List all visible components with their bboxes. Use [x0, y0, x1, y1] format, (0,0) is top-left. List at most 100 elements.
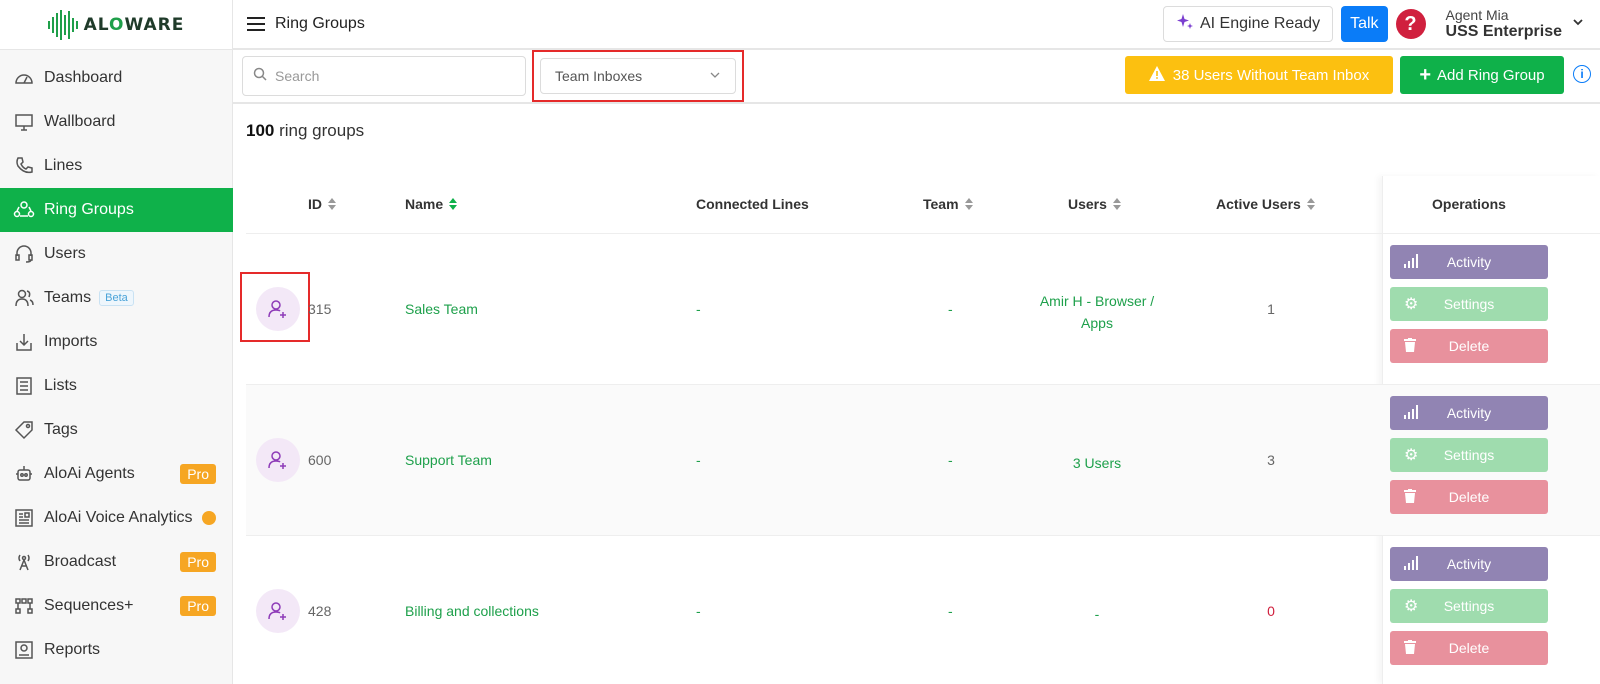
- row-users-link[interactable]: Amir H - Browser / Apps: [1032, 290, 1162, 334]
- ai-engine-label: AI Engine Ready: [1199, 15, 1321, 32]
- sort-ascending-icon: [449, 198, 458, 210]
- add-ring-group-label: Add Ring Group: [1437, 66, 1545, 84]
- row-connected-lines: -: [696, 603, 701, 619]
- users-without-team-inbox-button[interactable]: 38 Users Without Team Inbox: [1125, 56, 1393, 94]
- sidebar-item-sequences[interactable]: Sequences+ Pro: [0, 584, 232, 628]
- sidebar-item-label: Broadcast: [44, 553, 117, 570]
- sort-icon: [1112, 198, 1121, 210]
- delete-button[interactable]: Delete: [1390, 631, 1548, 665]
- user-add-icon: [268, 300, 286, 318]
- chevron-down-icon: [709, 68, 721, 84]
- notification-dot: [202, 511, 216, 525]
- sidebar-item-imports[interactable]: Imports: [0, 320, 232, 364]
- headset-icon: [12, 242, 36, 266]
- logo-waveform-icon: [47, 9, 78, 40]
- sidebar-item-ring-groups[interactable]: Ring Groups: [0, 188, 233, 232]
- settings-button[interactable]: ⚙ Settings: [1390, 287, 1548, 321]
- sidebar-item-users[interactable]: Users: [0, 232, 232, 276]
- row-name-link[interactable]: Billing and collections: [405, 603, 539, 619]
- settings-button[interactable]: ⚙ Settings: [1390, 438, 1548, 472]
- settings-button[interactable]: ⚙ Settings: [1390, 589, 1548, 623]
- activity-button[interactable]: Activity: [1390, 396, 1548, 430]
- sidebar: ALOWARE Dashboard Wallboard Lines Ring G…: [0, 0, 233, 684]
- row-name-link[interactable]: Sales Team: [405, 301, 478, 317]
- header-operations: Operations: [1432, 196, 1506, 212]
- header-team[interactable]: Team: [923, 196, 973, 212]
- sidebar-item-label: Ring Groups: [44, 201, 134, 218]
- row-active-users: 0: [1267, 603, 1275, 619]
- activity-button[interactable]: Activity: [1390, 245, 1548, 279]
- sidebar-item-tags[interactable]: Tags: [0, 408, 232, 452]
- dashboard-icon: [12, 66, 36, 90]
- ring-group-avatar[interactable]: [256, 287, 300, 331]
- sparkle-icon: [1176, 13, 1194, 36]
- row-operations: Activity ⚙ Settings Delete: [1390, 547, 1548, 665]
- sidebar-item-lines[interactable]: Lines: [0, 144, 232, 188]
- search-input[interactable]: [275, 68, 505, 84]
- row-team: -: [948, 452, 953, 468]
- logo-text: ALOWARE: [83, 14, 185, 35]
- sidebar-item-teams[interactable]: Teams Beta: [0, 276, 232, 320]
- add-ring-group-button[interactable]: + Add Ring Group: [1400, 56, 1564, 94]
- help-icon[interactable]: ?: [1395, 9, 1426, 39]
- agent-menu[interactable]: Agent Mia USS Enterprise: [1446, 7, 1584, 41]
- phone-icon: [12, 154, 36, 178]
- delete-button[interactable]: Delete: [1390, 480, 1548, 514]
- sidebar-item-lists[interactable]: Lists: [0, 364, 232, 408]
- tag-icon: [12, 418, 36, 442]
- warning-label: 38 Users Without Team Inbox: [1172, 66, 1370, 84]
- row-connected-lines: -: [696, 301, 701, 317]
- talk-button[interactable]: Talk: [1341, 6, 1388, 42]
- team-inboxes-value: Team Inboxes: [555, 68, 643, 84]
- search-box: [242, 56, 526, 96]
- sidebar-item-dashboard[interactable]: Dashboard: [0, 56, 232, 100]
- row-id: 315: [308, 301, 332, 317]
- plus-icon: +: [1419, 64, 1432, 86]
- analytics-icon: [12, 506, 36, 530]
- pro-badge: Pro: [180, 552, 216, 572]
- ai-engine-status-button[interactable]: AI Engine Ready: [1162, 6, 1334, 42]
- sidebar-item-label: Reports: [44, 641, 101, 658]
- ring-groups-table: ID Name Connected Lines Team Users Activ…: [240, 176, 1600, 684]
- monitor-icon: [12, 110, 36, 134]
- aloware-logo[interactable]: ALOWARE: [0, 0, 232, 50]
- ring-group-count: 100 ring groups: [246, 121, 365, 140]
- broadcast-icon: [12, 550, 36, 574]
- header-name[interactable]: Name: [405, 196, 458, 212]
- row-users-link[interactable]: 3 Users: [1032, 452, 1162, 474]
- ring-group-avatar[interactable]: [256, 438, 300, 482]
- robot-icon: [12, 462, 36, 486]
- row-users-link[interactable]: -: [1032, 603, 1162, 625]
- header-id[interactable]: ID: [308, 196, 336, 212]
- header-users[interactable]: Users: [1068, 196, 1121, 212]
- sidebar-item-label: AloAi Voice Analytics: [44, 509, 193, 526]
- agent-name: Agent Mia: [1445, 7, 1509, 23]
- pro-badge: Pro: [180, 464, 216, 484]
- sidebar-item-wallboard[interactable]: Wallboard: [0, 100, 232, 144]
- sidebar-item-label: Dashboard: [44, 69, 123, 86]
- sidebar-item-broadcast[interactable]: Broadcast Pro: [0, 540, 232, 584]
- sidebar-nav: Dashboard Wallboard Lines Ring Groups Us…: [0, 56, 233, 672]
- hamburger-menu-icon[interactable]: [247, 17, 265, 31]
- activity-button[interactable]: Activity: [1390, 547, 1548, 581]
- sidebar-item-label: Sequences+: [44, 597, 134, 614]
- delete-button[interactable]: Delete: [1390, 329, 1548, 363]
- row-name-link[interactable]: Support Team: [405, 452, 492, 468]
- team-inboxes-select[interactable]: Team Inboxes: [540, 58, 736, 94]
- sidebar-item-label: Wallboard: [44, 113, 116, 130]
- info-icon[interactable]: i: [1573, 65, 1591, 83]
- sidebar-item-reports[interactable]: Reports: [0, 628, 232, 672]
- sidebar-item-aloai-agents[interactable]: AloAi Agents Pro: [0, 452, 232, 496]
- report-icon: [12, 638, 36, 662]
- sidebar-item-label: Users: [44, 245, 86, 262]
- table-row: 315 Sales Team - - Amir H - Browser / Ap…: [240, 234, 1600, 385]
- topbar: Ring Groups AI Engine Ready Talk ? Agent…: [233, 0, 1600, 50]
- list-icon: [12, 374, 36, 398]
- sidebar-item-aloai-voice-analytics[interactable]: AloAi Voice Analytics: [0, 496, 232, 540]
- user-add-icon: [268, 602, 286, 620]
- header-active-users[interactable]: Active Users: [1216, 196, 1315, 212]
- sort-icon: [964, 198, 973, 210]
- team-inboxes-highlight: Team Inboxes: [532, 50, 744, 102]
- beta-badge: Beta: [99, 290, 134, 306]
- ring-group-avatar[interactable]: [256, 589, 300, 633]
